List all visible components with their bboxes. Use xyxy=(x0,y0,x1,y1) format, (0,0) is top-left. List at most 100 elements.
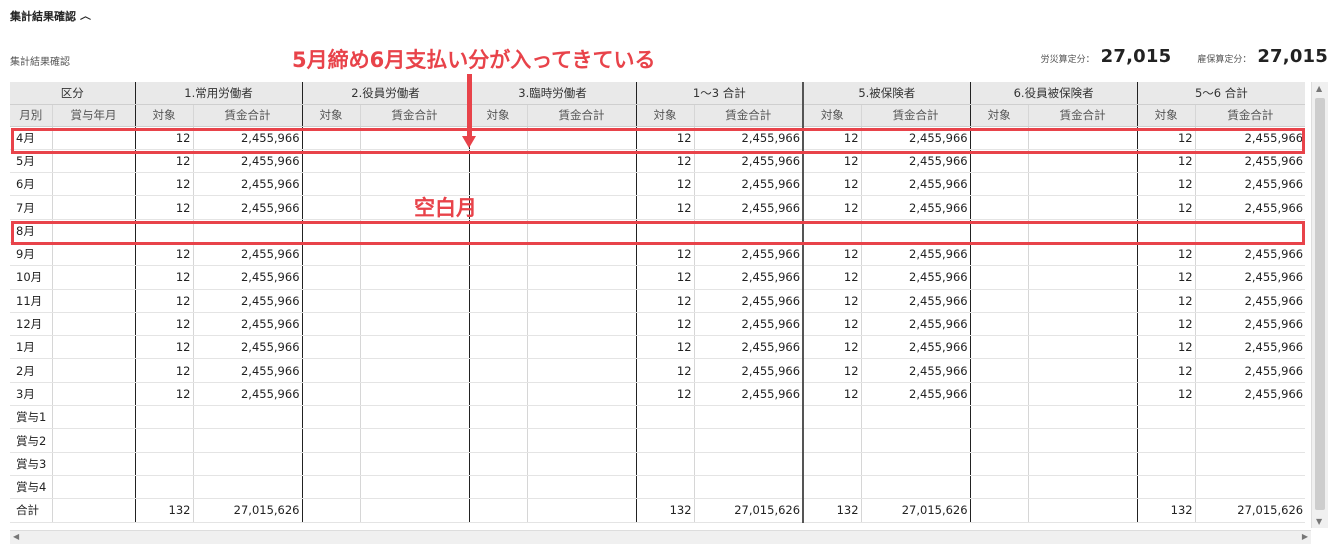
count-cell[interactable] xyxy=(969,149,1029,174)
wage-cell[interactable]: 2,455,966 xyxy=(1194,265,1306,290)
wage-cell[interactable] xyxy=(526,265,637,290)
count-cell[interactable] xyxy=(1136,405,1196,430)
count-cell[interactable] xyxy=(468,405,528,430)
count-cell[interactable]: 12 xyxy=(802,312,862,337)
wage-cell[interactable]: 2,455,966 xyxy=(860,382,971,407)
wage-cell[interactable] xyxy=(1027,382,1138,407)
count-cell[interactable] xyxy=(301,126,361,150)
count-cell[interactable]: 12 xyxy=(134,195,193,220)
wage-cell[interactable] xyxy=(1027,475,1138,500)
wage-cell[interactable]: 2,455,966 xyxy=(860,172,971,197)
wage-cell[interactable] xyxy=(1194,219,1306,243)
count-cell[interactable]: 132 xyxy=(635,498,695,523)
wage-cell[interactable] xyxy=(359,242,470,267)
bonus-month-cell[interactable] xyxy=(51,475,135,500)
wage-cell[interactable]: 2,455,966 xyxy=(860,289,971,313)
count-cell[interactable] xyxy=(969,335,1029,360)
count-cell[interactable] xyxy=(134,475,193,500)
table-row[interactable]: 賞与3 xyxy=(10,452,1306,476)
table-row[interactable]: 4月 12 2,455,966 12 2,455,966 12 2,455,966 12 2,4… xyxy=(10,126,1306,150)
wage-cell[interactable]: 2,455,966 xyxy=(693,358,804,383)
table-row[interactable]: 9月 12 2,455,966 12 2,455,966 12 2,455,966 12 2,4… xyxy=(10,242,1306,267)
wage-cell[interactable]: 2,455,966 xyxy=(860,126,971,150)
wage-cell[interactable] xyxy=(359,428,470,453)
count-cell[interactable] xyxy=(969,405,1029,430)
wage-cell[interactable] xyxy=(693,219,804,243)
wage-cell[interactable] xyxy=(526,219,637,243)
wage-cell[interactable] xyxy=(860,405,971,430)
count-cell[interactable] xyxy=(969,265,1029,290)
count-cell[interactable] xyxy=(468,498,528,523)
count-cell[interactable]: 12 xyxy=(1136,172,1196,197)
wage-cell[interactable]: 2,455,966 xyxy=(192,195,303,220)
wage-cell[interactable]: 2,455,966 xyxy=(860,312,971,337)
wage-cell[interactable] xyxy=(359,219,470,243)
wage-cell[interactable] xyxy=(359,335,470,360)
wage-cell[interactable]: 2,455,966 xyxy=(693,335,804,360)
wage-cell[interactable] xyxy=(693,475,804,500)
count-cell[interactable]: 12 xyxy=(635,289,695,313)
wage-cell[interactable] xyxy=(526,242,637,267)
wage-cell[interactable]: 2,455,966 xyxy=(1194,358,1306,383)
count-cell[interactable] xyxy=(635,475,695,500)
table-row[interactable]: 5月 12 2,455,966 12 2,455,966 12 2,455,966 12 2,4… xyxy=(10,149,1306,174)
wage-cell[interactable] xyxy=(1027,242,1138,267)
count-cell[interactable] xyxy=(969,242,1029,267)
count-cell[interactable] xyxy=(969,219,1029,243)
wage-cell[interactable] xyxy=(192,428,303,453)
count-cell[interactable] xyxy=(635,452,695,476)
wage-cell[interactable]: 2,455,966 xyxy=(693,289,804,313)
bonus-month-cell[interactable] xyxy=(51,452,135,476)
bonus-month-cell[interactable] xyxy=(51,195,135,220)
wage-cell[interactable] xyxy=(693,452,804,476)
wage-cell[interactable]: 2,455,966 xyxy=(1194,312,1306,337)
bonus-month-cell[interactable] xyxy=(51,312,135,337)
count-cell[interactable] xyxy=(134,428,193,453)
wage-cell[interactable]: 2,455,966 xyxy=(192,242,303,267)
count-cell[interactable]: 12 xyxy=(1136,149,1196,174)
scroll-right-icon[interactable]: ▶ xyxy=(1302,532,1308,541)
count-cell[interactable]: 12 xyxy=(1136,358,1196,383)
wage-cell[interactable]: 2,455,966 xyxy=(1194,172,1306,197)
wage-cell[interactable]: 27,015,626 xyxy=(1194,498,1306,523)
wage-cell[interactable] xyxy=(860,452,971,476)
count-cell[interactable] xyxy=(301,312,361,337)
wage-cell[interactable] xyxy=(526,149,637,174)
wage-cell[interactable] xyxy=(860,475,971,500)
count-cell[interactable]: 12 xyxy=(635,335,695,360)
bonus-month-cell[interactable] xyxy=(51,382,135,407)
wage-cell[interactable] xyxy=(1027,265,1138,290)
count-cell[interactable] xyxy=(969,382,1029,407)
count-cell[interactable]: 132 xyxy=(134,498,193,523)
bonus-month-cell[interactable] xyxy=(51,405,135,430)
count-cell[interactable] xyxy=(969,358,1029,383)
scroll-left-icon[interactable]: ◀ xyxy=(13,532,19,541)
count-cell[interactable] xyxy=(802,219,862,243)
wage-cell[interactable] xyxy=(860,428,971,453)
wage-cell[interactable]: 2,455,966 xyxy=(192,382,303,407)
count-cell[interactable] xyxy=(802,428,862,453)
count-cell[interactable] xyxy=(301,149,361,174)
count-cell[interactable]: 12 xyxy=(134,242,193,267)
count-cell[interactable] xyxy=(468,452,528,476)
bonus-month-cell[interactable] xyxy=(51,126,135,150)
wage-cell[interactable] xyxy=(693,428,804,453)
count-cell[interactable] xyxy=(301,289,361,313)
count-cell[interactable]: 12 xyxy=(134,382,193,407)
wage-cell[interactable]: 2,455,966 xyxy=(860,358,971,383)
count-cell[interactable] xyxy=(969,172,1029,197)
wage-cell[interactable] xyxy=(1027,289,1138,313)
count-cell[interactable] xyxy=(301,219,361,243)
bonus-month-cell[interactable] xyxy=(51,172,135,197)
wage-cell[interactable] xyxy=(1027,312,1138,337)
table-row[interactable]: 6月 12 2,455,966 12 2,455,966 12 2,455,966 12 2,4… xyxy=(10,172,1306,197)
count-cell[interactable] xyxy=(635,405,695,430)
count-cell[interactable] xyxy=(1136,428,1196,453)
count-cell[interactable]: 12 xyxy=(1136,242,1196,267)
count-cell[interactable] xyxy=(969,428,1029,453)
wage-cell[interactable] xyxy=(526,312,637,337)
wage-cell[interactable] xyxy=(359,382,470,407)
count-cell[interactable] xyxy=(468,382,528,407)
wage-cell[interactable] xyxy=(359,452,470,476)
count-cell[interactable]: 12 xyxy=(134,149,193,174)
